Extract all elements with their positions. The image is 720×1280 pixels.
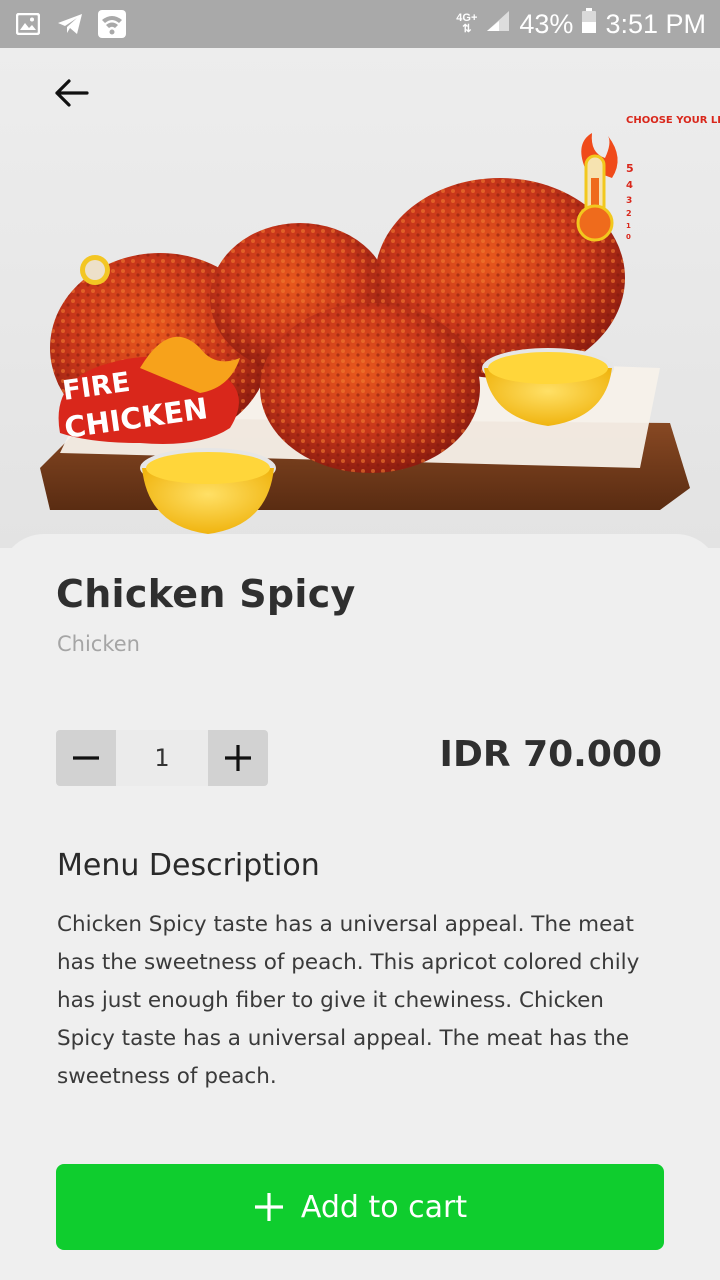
- product-category: Chicken: [57, 632, 140, 656]
- quantity-stepper: 1: [56, 730, 268, 786]
- add-to-cart-button[interactable]: Add to cart: [56, 1164, 664, 1250]
- signal-icon: [485, 9, 511, 40]
- spice-level-0: 0: [626, 233, 631, 241]
- quantity-value: 1: [116, 730, 208, 786]
- spice-level-1: 1: [626, 222, 631, 230]
- minus-icon: [73, 756, 99, 760]
- description-text: Chicken Spicy taste has a universal appe…: [57, 912, 640, 1089]
- add-to-cart-label: Add to cart: [300, 1189, 468, 1225]
- spice-level-4: 4: [626, 180, 633, 191]
- spice-level-5: 5: [626, 162, 634, 175]
- arrow-left-icon: [55, 79, 89, 107]
- spice-level-chart: CHOOSE YOUR LEVEL!! 5 4 3 2 1 0: [576, 115, 720, 242]
- network-type-label: 4G+ ⇅: [456, 12, 478, 35]
- product-name: Chicken Spicy: [56, 572, 356, 616]
- product-image: FIRE CHICKEN CHOOSE YOUR LEVEL!! 5 4 3 2…: [0, 48, 720, 548]
- battery-icon: [581, 7, 597, 41]
- telegram-icon: [56, 10, 84, 38]
- wifi-icon: [98, 10, 126, 38]
- plus-icon: [254, 1193, 283, 1221]
- fried-chicken-illustration: FIRE CHICKEN CHOOSE YOUR LEVEL!! 5 4 3 2…: [40, 115, 720, 534]
- decrease-quantity-button[interactable]: [56, 730, 116, 786]
- description-heading: Menu Description: [57, 848, 320, 883]
- spice-level-3: 3: [626, 196, 632, 206]
- battery-percent: 43%: [519, 8, 574, 39]
- gallery-icon: [14, 10, 42, 38]
- clock: 3:51 PM: [605, 8, 706, 39]
- spice-level-2: 2: [626, 209, 632, 218]
- back-button[interactable]: [50, 72, 92, 114]
- svg-text:CHOOSE YOUR LEVEL!!: CHOOSE YOUR LEVEL!!: [626, 115, 720, 126]
- increase-quantity-button[interactable]: [208, 730, 268, 786]
- product-price: IDR 70.000: [439, 734, 662, 775]
- status-bar: 4G+ ⇅ 43% 3:51 PM: [0, 0, 720, 48]
- plus-icon: [225, 745, 251, 771]
